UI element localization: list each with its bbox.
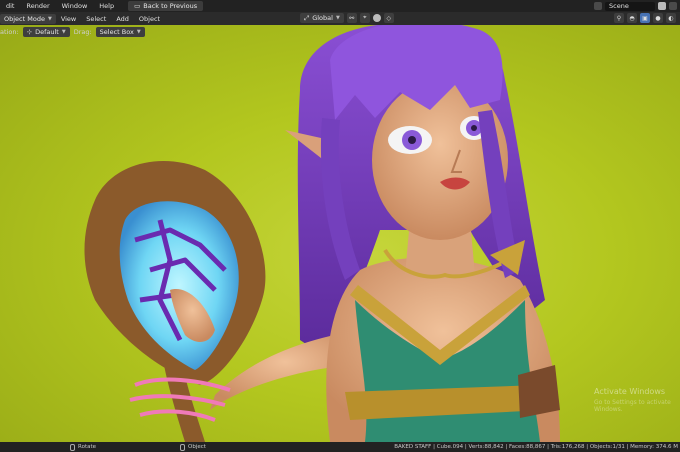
solid-shading-icon[interactable]: ●	[653, 13, 663, 23]
material-shading-icon[interactable]: ◐	[666, 13, 676, 23]
left-pupil	[408, 136, 416, 144]
menu-object[interactable]: Object	[134, 15, 165, 23]
menu-window[interactable]: Window	[56, 0, 94, 12]
snap-icon[interactable]: ⌖	[359, 13, 370, 23]
overlay-icon[interactable]: ◓	[627, 13, 637, 23]
orientation-setting-label: ation:	[0, 27, 19, 36]
chevron-down-icon: ▼	[335, 15, 340, 21]
back-to-previous-label: Back to Previous	[143, 2, 198, 10]
orientation-setting-dropdown[interactable]: ⊹ Default ▼	[22, 26, 70, 37]
gizmo-icon[interactable]: ⚲	[614, 13, 624, 23]
hint-rotate: Rotate	[70, 443, 97, 451]
activate-windows-title: Activate Windows	[594, 387, 666, 396]
viewport-right-tools: ⚲ ◓ ▣ ● ◐	[614, 13, 676, 23]
drag-setting-value: Select Box	[99, 27, 134, 36]
close-scene-icon[interactable]	[669, 2, 677, 10]
top-menu-bar: dit Render Window Help ▭ Back to Previou…	[0, 0, 680, 12]
transform-tools: ⤢ Global ▼ ⚯ ⌖ ◇	[300, 13, 394, 23]
character-render	[84, 25, 560, 442]
scene-icon[interactable]	[594, 2, 602, 10]
menu-view[interactable]: View	[56, 15, 81, 23]
viewport-header: Object Mode ▼ View Select Add Object ⤢ G…	[0, 12, 680, 25]
drag-setting-label: Drag:	[73, 27, 92, 36]
status-bar: Rotate Object BAKED STAFF | Cube.094 | V…	[0, 442, 680, 452]
hint-rotate-label: Rotate	[78, 444, 97, 450]
orientation-selector[interactable]: ⤢ Global ▼	[300, 13, 344, 23]
hint-object-label: Object	[188, 444, 206, 450]
hint-object: Object	[180, 443, 206, 451]
orientation-icon: ⤢	[304, 13, 310, 22]
orientation-label: Global	[312, 14, 333, 22]
right-pupil	[471, 125, 477, 131]
orientation-setting-value: Default	[35, 27, 59, 36]
screen-icon: ▭	[134, 2, 141, 10]
chevron-down-icon: ▼	[47, 15, 52, 22]
scene-name-field[interactable]: Scene	[605, 1, 655, 11]
menu-add[interactable]: Add	[111, 15, 134, 23]
scene-statistics: BAKED STAFF | Cube.094 | Verts:88,842 | …	[394, 444, 678, 450]
axes-icon: ⊹	[26, 27, 33, 36]
3d-viewport[interactable]: Activate Windows Go to Settings to activ…	[0, 25, 680, 442]
mouse-right-icon	[180, 443, 186, 451]
chevron-down-icon: ▼	[61, 28, 66, 35]
xray-icon[interactable]: ▣	[640, 13, 650, 23]
scene-selector-area: Scene	[594, 0, 680, 12]
back-to-previous-button[interactable]: ▭ Back to Previous	[128, 1, 204, 11]
activate-windows-subtitle: Go to Settings to activate Windows.	[594, 399, 671, 413]
viewport-shading-icon[interactable]: ◇	[383, 13, 394, 23]
menu-help[interactable]: Help	[93, 0, 120, 12]
menu-edit[interactable]: dit	[0, 0, 20, 12]
mode-selector[interactable]: Object Mode ▼	[0, 13, 56, 24]
link-icon[interactable]: ⚯	[346, 13, 357, 23]
menu-select[interactable]: Select	[81, 15, 111, 23]
menu-render[interactable]: Render	[20, 0, 55, 12]
drag-setting-dropdown[interactable]: Select Box ▼	[95, 26, 145, 37]
mode-label: Object Mode	[4, 14, 45, 23]
mouse-middle-icon	[70, 443, 75, 451]
tool-settings-bar: ation: ⊹ Default ▼ Drag: Select Box ▼	[0, 25, 145, 38]
copy-scene-icon[interactable]	[658, 2, 666, 10]
chevron-down-icon: ▼	[136, 28, 141, 35]
proportional-edit-icon[interactable]	[372, 14, 381, 22]
